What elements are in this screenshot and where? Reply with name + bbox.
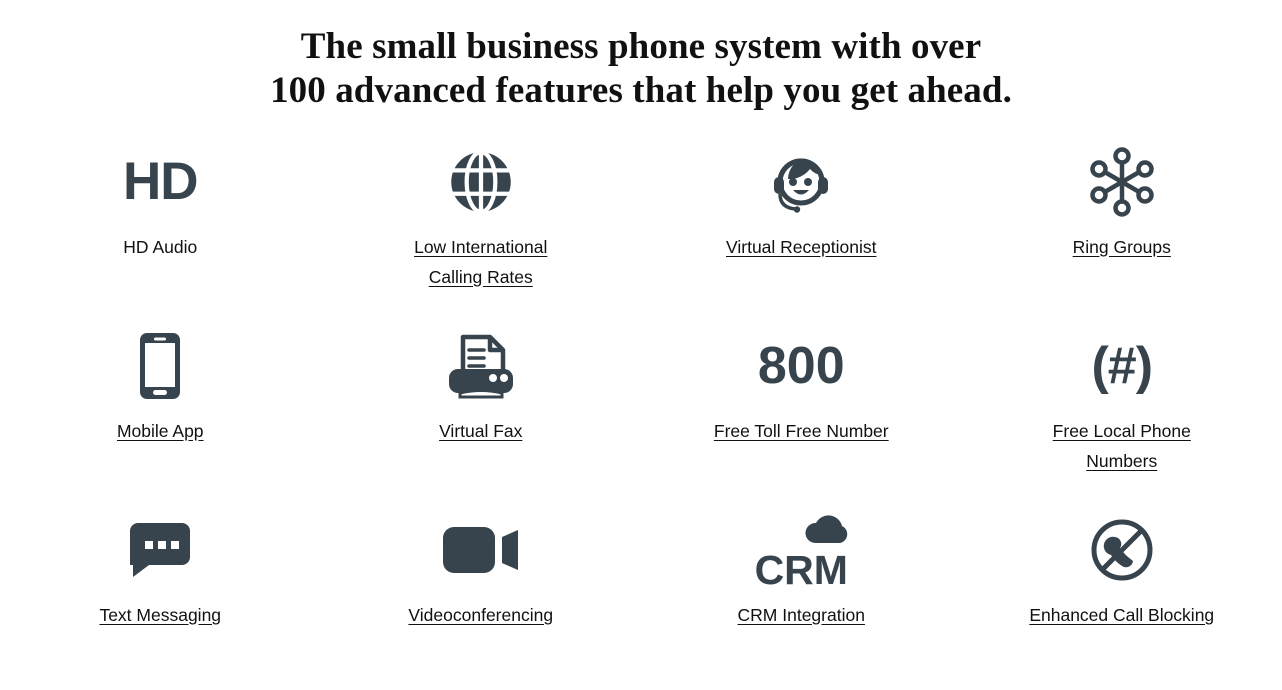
fax-printer-icon (444, 324, 518, 408)
feature-grid: HD HD Audio Low International Calling Ra… (0, 138, 1282, 690)
feature-card-free-local-phone-numbers[interactable]: (#) Free Local Phone Numbers (962, 322, 1282, 506)
feature-card-free-toll-free-number[interactable]: 800 Free Toll Free Number (641, 322, 962, 506)
feature-label-enhanced-call-blocking[interactable]: Enhanced Call Blocking (1029, 600, 1214, 630)
crm-icon-label: CRM (735, 550, 867, 591)
feature-card-hd-audio: HD HD Audio (0, 138, 321, 322)
feature-card-videoconferencing[interactable]: Videoconferencing (321, 506, 642, 690)
feature-card-ring-groups[interactable]: Ring Groups (962, 138, 1282, 322)
feature-label-hd-audio: HD Audio (123, 232, 197, 262)
feature-label-virtual-receptionist[interactable]: Virtual Receptionist (726, 232, 876, 262)
feature-card-low-international-calling-rates[interactable]: Low International Calling Rates (321, 138, 642, 322)
800-text-icon: 800 (758, 324, 845, 408)
feature-label-ring-groups[interactable]: Ring Groups (1073, 232, 1171, 262)
feature-card-mobile-app[interactable]: Mobile App (0, 322, 321, 506)
feature-card-virtual-fax[interactable]: Virtual Fax (321, 322, 642, 506)
speech-bubble-icon (126, 508, 194, 592)
headset-face-icon (766, 140, 836, 224)
800-icon-label: 800 (758, 340, 845, 392)
feature-label-crm-integration[interactable]: CRM Integration (738, 600, 865, 630)
feature-label-videoconferencing[interactable]: Videoconferencing (408, 600, 553, 630)
page-headline: The small business phone system with ove… (0, 25, 1282, 113)
globe-icon (447, 140, 515, 224)
feature-card-crm-integration[interactable]: CRM CRM Integration (641, 506, 962, 690)
hd-text-icon: HD (123, 140, 198, 224)
hash-parens-text-icon: (#) (1091, 324, 1152, 408)
feature-label-virtual-fax[interactable]: Virtual Fax (439, 416, 522, 446)
cloud-icon (803, 515, 853, 545)
no-phone-icon (1088, 508, 1156, 592)
feature-label-mobile-app[interactable]: Mobile App (117, 416, 204, 446)
feature-label-free-toll-free-number[interactable]: Free Toll Free Number (714, 416, 889, 446)
features-page: The small business phone system with ove… (0, 25, 1282, 678)
hub-spoke-icon (1089, 140, 1155, 224)
feature-card-enhanced-call-blocking[interactable]: Enhanced Call Blocking (962, 506, 1282, 690)
feature-card-text-messaging[interactable]: Text Messaging (0, 506, 321, 690)
hash-icon-label: (#) (1091, 340, 1152, 392)
smartphone-icon (138, 324, 182, 408)
hd-icon-label: HD (123, 155, 198, 208)
crm-cloud-text-icon: CRM (735, 508, 867, 592)
feature-label-free-local-phone-numbers[interactable]: Free Local Phone Numbers (1027, 416, 1217, 476)
feature-label-low-international-calling-rates[interactable]: Low International Calling Rates (386, 232, 576, 292)
video-camera-icon (441, 508, 521, 592)
feature-card-virtual-receptionist[interactable]: Virtual Receptionist (641, 138, 962, 322)
feature-label-text-messaging[interactable]: Text Messaging (99, 600, 221, 630)
